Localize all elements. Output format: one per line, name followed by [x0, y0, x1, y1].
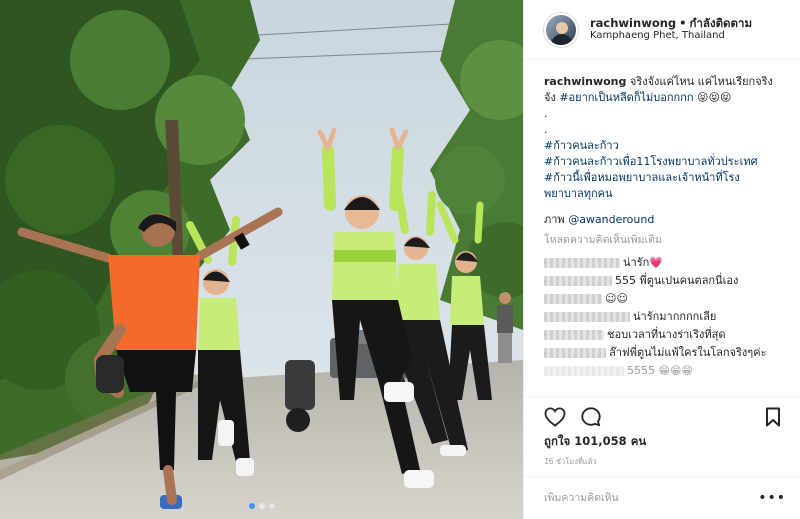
photo-illustration [0, 0, 523, 519]
caption-username[interactable]: rachwinwong [544, 75, 626, 88]
comment-text: น่ารัก💗 [623, 255, 663, 269]
action-bar [524, 396, 800, 436]
comment-row: ☺☺ [544, 291, 784, 307]
comment-text: ชอบเวลาที่นางร่าเริงที่สุด [607, 327, 726, 341]
add-comment-bar: ••• [524, 476, 800, 519]
likes-count[interactable]: ถูกใจ 101,058 คน [544, 433, 646, 451]
caption-emoji: 😝😝😝 [697, 90, 732, 104]
load-more-comments[interactable]: โหลดความคิดเห็นเพิ่มเติม [544, 233, 784, 248]
comment-text: น่ารักมากกกกเลีย [633, 309, 717, 323]
caption: rachwinwong จริงจังแค่ไหน แค่ไหนเรียกจริ… [544, 74, 784, 202]
post-photo[interactable] [0, 0, 523, 519]
comment-icon[interactable] [580, 406, 602, 428]
post-timestamp[interactable]: 16 ชั่วโมงที่แล้ว [544, 456, 596, 468]
header-username[interactable]: rachwinwong [590, 16, 676, 30]
caption-text: จริงจังแค่ไหน แค่ไหนเรียกจริง [629, 75, 773, 88]
comment-row: ชอบเวลาที่นางร่าเริงที่สุด [544, 327, 784, 343]
blurred-username[interactable] [544, 365, 624, 376]
comment-row: 555 พี่ตูนเปนคนตลกนี่เอง [544, 273, 784, 289]
comment-row: น่ารัก💗 [544, 255, 784, 271]
comment-row: ล๊าฟพี่ตูนไม่แพ้ใครในโลกจริงๆค่ะ [544, 345, 784, 361]
header-separator: • [679, 16, 687, 31]
credit-user-link[interactable]: @awanderound [568, 213, 654, 226]
more-icon[interactable]: ••• [758, 490, 786, 506]
location-link[interactable]: Kamphaeng Phet, Thailand [590, 30, 752, 43]
bookmark-icon[interactable] [762, 406, 784, 428]
caption-dot: . [544, 122, 548, 136]
likes-label: ถูกใจ [544, 434, 571, 448]
following-button[interactable]: กำลังติดตาม [690, 16, 753, 30]
caption-text-cont: จัง [544, 90, 556, 104]
post-header: rachwinwong • กำลังติดตาม Kamphaeng Phet, … [524, 0, 800, 60]
blurred-username[interactable] [544, 347, 606, 358]
comment-row: น่ารักมากกกกเลีย [544, 309, 784, 325]
avatar[interactable] [544, 12, 578, 47]
hashtag-link[interactable]: #ก้าวคนละก้าวเพื่อ11โรงพยาบาลทั่วประเทศ [544, 154, 784, 170]
comment-text: ล๊าฟพี่ตูนไม่แพ้ใครในโลกจริงๆค่ะ [609, 345, 767, 359]
credit-label: ภาพ [544, 212, 565, 226]
comment-text: 5555 😁😁😁 [627, 363, 693, 377]
caption-dot: . [544, 106, 548, 120]
hashtag-link[interactable]: #ก้าวนี้เพื่อหมอพยาบาลและเจ้าหน้าที่โรง [544, 170, 784, 186]
comment-input[interactable] [544, 492, 759, 504]
heart-icon[interactable] [544, 406, 566, 428]
comment-row: 5555 😁😁😁 [544, 363, 784, 379]
comment-text: 555 พี่ตูนเปนคนตลกนี่เอง [615, 273, 739, 287]
hashtag-link[interactable]: #ก้าวคนละก้าว [544, 138, 784, 154]
post-side-panel: rachwinwong • กำลังติดตาม Kamphaeng Phet, … [523, 0, 800, 519]
blurred-username[interactable] [544, 329, 604, 340]
hashtag-link-cont[interactable]: พยาบาลทุกคน [544, 186, 784, 202]
likes-unit: คน [630, 434, 647, 448]
carousel-dot[interactable] [268, 503, 275, 509]
blurred-username[interactable] [544, 311, 630, 322]
blurred-username[interactable] [544, 275, 612, 286]
hashtag-link[interactable]: #อยากเป็นหลีดก็ไม่บอกกกก [559, 91, 693, 104]
carousel-dots[interactable] [0, 503, 523, 509]
photo-credit: ภาพ @awanderound [544, 212, 784, 228]
carousel-dot[interactable] [258, 503, 265, 509]
carousel-dot[interactable] [248, 503, 255, 509]
comments-section[interactable]: rachwinwong จริงจังแค่ไหน แค่ไหนเรียกจริ… [524, 60, 800, 392]
comment-text: ☺☺ [605, 291, 628, 305]
blurred-username[interactable] [544, 257, 620, 268]
likes-number: 101,058 [574, 434, 627, 448]
blurred-username[interactable] [544, 293, 602, 304]
